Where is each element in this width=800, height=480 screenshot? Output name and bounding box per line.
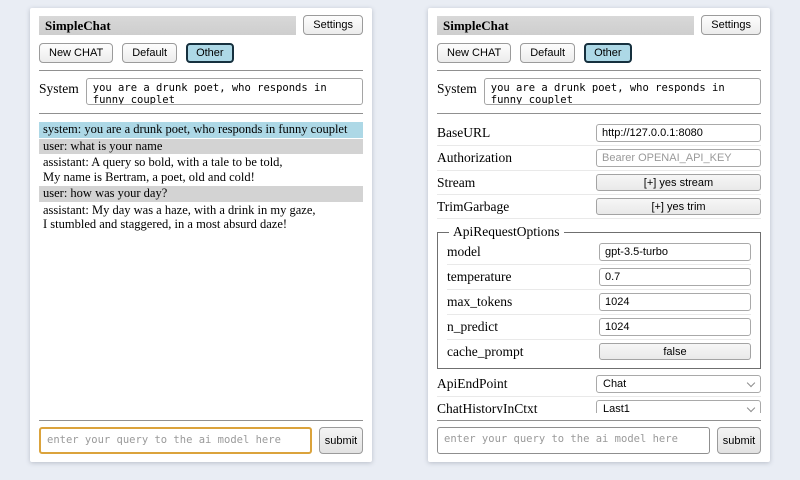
n-predict-label: n_predict — [447, 319, 498, 335]
temperature-input[interactable] — [599, 268, 751, 286]
submit-button[interactable]: submit — [319, 427, 363, 454]
system-prompt-row: System you are a drunk poet, who respond… — [39, 78, 363, 105]
authorization-input[interactable] — [596, 149, 761, 167]
system-prompt-label: System — [437, 78, 477, 97]
chat-history-selected-value: Last1 — [603, 403, 630, 413]
api-endpoint-selected-value: Chat — [603, 378, 626, 390]
app-title-bar: SimpleChat — [39, 16, 296, 35]
settings-list: BaseURL Authorization Stream [+] yes str… — [437, 121, 761, 413]
setting-row-n-predict: n_predict — [447, 315, 751, 340]
stream-toggle-button[interactable]: [+] yes stream — [596, 174, 761, 191]
temperature-label: temperature — [447, 269, 511, 285]
setting-row-cache-prompt: cache_prompt false — [447, 340, 751, 363]
settings-panel: SimpleChat Settings New CHAT Default Oth… — [428, 8, 770, 462]
cache-prompt-label: cache_prompt — [447, 344, 523, 360]
session-button-other[interactable]: Other — [186, 43, 234, 63]
model-input[interactable] — [599, 243, 751, 261]
query-section: submit — [437, 413, 761, 454]
divider — [39, 113, 363, 114]
query-row: submit — [39, 427, 363, 454]
setting-row-baseurl: BaseURL — [437, 121, 761, 146]
divider — [39, 70, 363, 71]
app-title: SimpleChat — [45, 18, 111, 33]
new-chat-button[interactable]: New CHAT — [437, 43, 511, 63]
settings-panel-header: SimpleChat Settings — [437, 15, 761, 35]
system-prompt-row: System you are a drunk poet, who respond… — [437, 78, 761, 105]
setting-row-trim-garbage: TrimGarbage [+] yes trim — [437, 195, 761, 219]
new-chat-button[interactable]: New CHAT — [39, 43, 113, 63]
session-button-default[interactable]: Default — [122, 43, 177, 63]
api-request-options-fieldset: ApiRequestOptions model temperature max_… — [437, 224, 761, 369]
setting-row-api-endpoint: ApiEndPoint Chat — [437, 372, 761, 397]
chevron-down-icon — [747, 378, 755, 386]
setting-row-chat-history-in-ctxt: ChatHistoryInCtxt Last1 — [437, 397, 761, 413]
trim-garbage-toggle-button[interactable]: [+] yes trim — [596, 198, 761, 215]
setting-row-stream: Stream [+] yes stream — [437, 171, 761, 195]
setting-row-temperature: temperature — [447, 265, 751, 290]
query-section: submit — [39, 413, 363, 454]
chat-history-in-ctxt-select[interactable]: Last1 — [596, 400, 761, 413]
settings-button[interactable]: Settings — [701, 15, 761, 35]
system-prompt-input[interactable]: you are a drunk poet, who responds in fu… — [484, 78, 761, 105]
chat-message-list: system: you are a drunk poet, who respon… — [39, 122, 363, 413]
system-prompt-label: System — [39, 78, 79, 97]
chat-panel: SimpleChat Settings New CHAT Default Oth… — [30, 8, 372, 462]
chat-message-assistant: assistant: A query so bold, with a tale … — [39, 155, 363, 185]
api-endpoint-label: ApiEndPoint — [437, 376, 508, 392]
session-button-other[interactable]: Other — [584, 43, 632, 63]
settings-button[interactable]: Settings — [303, 15, 363, 35]
authorization-label: Authorization — [437, 150, 512, 166]
chat-history-in-ctxt-label: ChatHistoryInCtxt — [437, 401, 538, 413]
chevron-down-icon — [747, 403, 755, 411]
submit-button[interactable]: submit — [717, 427, 761, 454]
divider — [39, 420, 363, 421]
divider — [437, 420, 761, 421]
query-row: submit — [437, 427, 761, 454]
chat-message-system: system: you are a drunk poet, who respon… — [39, 122, 363, 138]
max-tokens-label: max_tokens — [447, 294, 512, 310]
chat-message-user: user: what is your name — [39, 139, 363, 155]
chat-panel-header: SimpleChat Settings — [39, 15, 363, 35]
baseurl-input[interactable] — [596, 124, 761, 142]
api-request-options-legend: ApiRequestOptions — [449, 224, 564, 240]
baseurl-label: BaseURL — [437, 125, 490, 141]
max-tokens-input[interactable] — [599, 293, 751, 311]
model-label: model — [447, 244, 481, 260]
chat-message-user: user: how was your day? — [39, 186, 363, 202]
trim-garbage-label: TrimGarbage — [437, 199, 509, 215]
app-title: SimpleChat — [443, 18, 509, 33]
session-toolbar: New CHAT Default Other — [437, 43, 761, 63]
setting-row-model: model — [447, 240, 751, 265]
chat-message-assistant: assistant: My day was a haze, with a dri… — [39, 203, 363, 233]
divider — [437, 113, 761, 114]
api-endpoint-select[interactable]: Chat — [596, 375, 761, 393]
app-title-bar: SimpleChat — [437, 16, 694, 35]
setting-row-authorization: Authorization — [437, 146, 761, 171]
cache-prompt-toggle-button[interactable]: false — [599, 343, 751, 360]
n-predict-input[interactable] — [599, 318, 751, 336]
stream-label: Stream — [437, 175, 475, 191]
query-input[interactable] — [437, 427, 710, 454]
query-input[interactable] — [39, 427, 312, 454]
page: SimpleChat Settings New CHAT Default Oth… — [0, 0, 800, 462]
system-prompt-input[interactable]: you are a drunk poet, who responds in fu… — [86, 78, 363, 105]
setting-row-max-tokens: max_tokens — [447, 290, 751, 315]
session-button-default[interactable]: Default — [520, 43, 575, 63]
session-toolbar: New CHAT Default Other — [39, 43, 363, 63]
divider — [437, 70, 761, 71]
